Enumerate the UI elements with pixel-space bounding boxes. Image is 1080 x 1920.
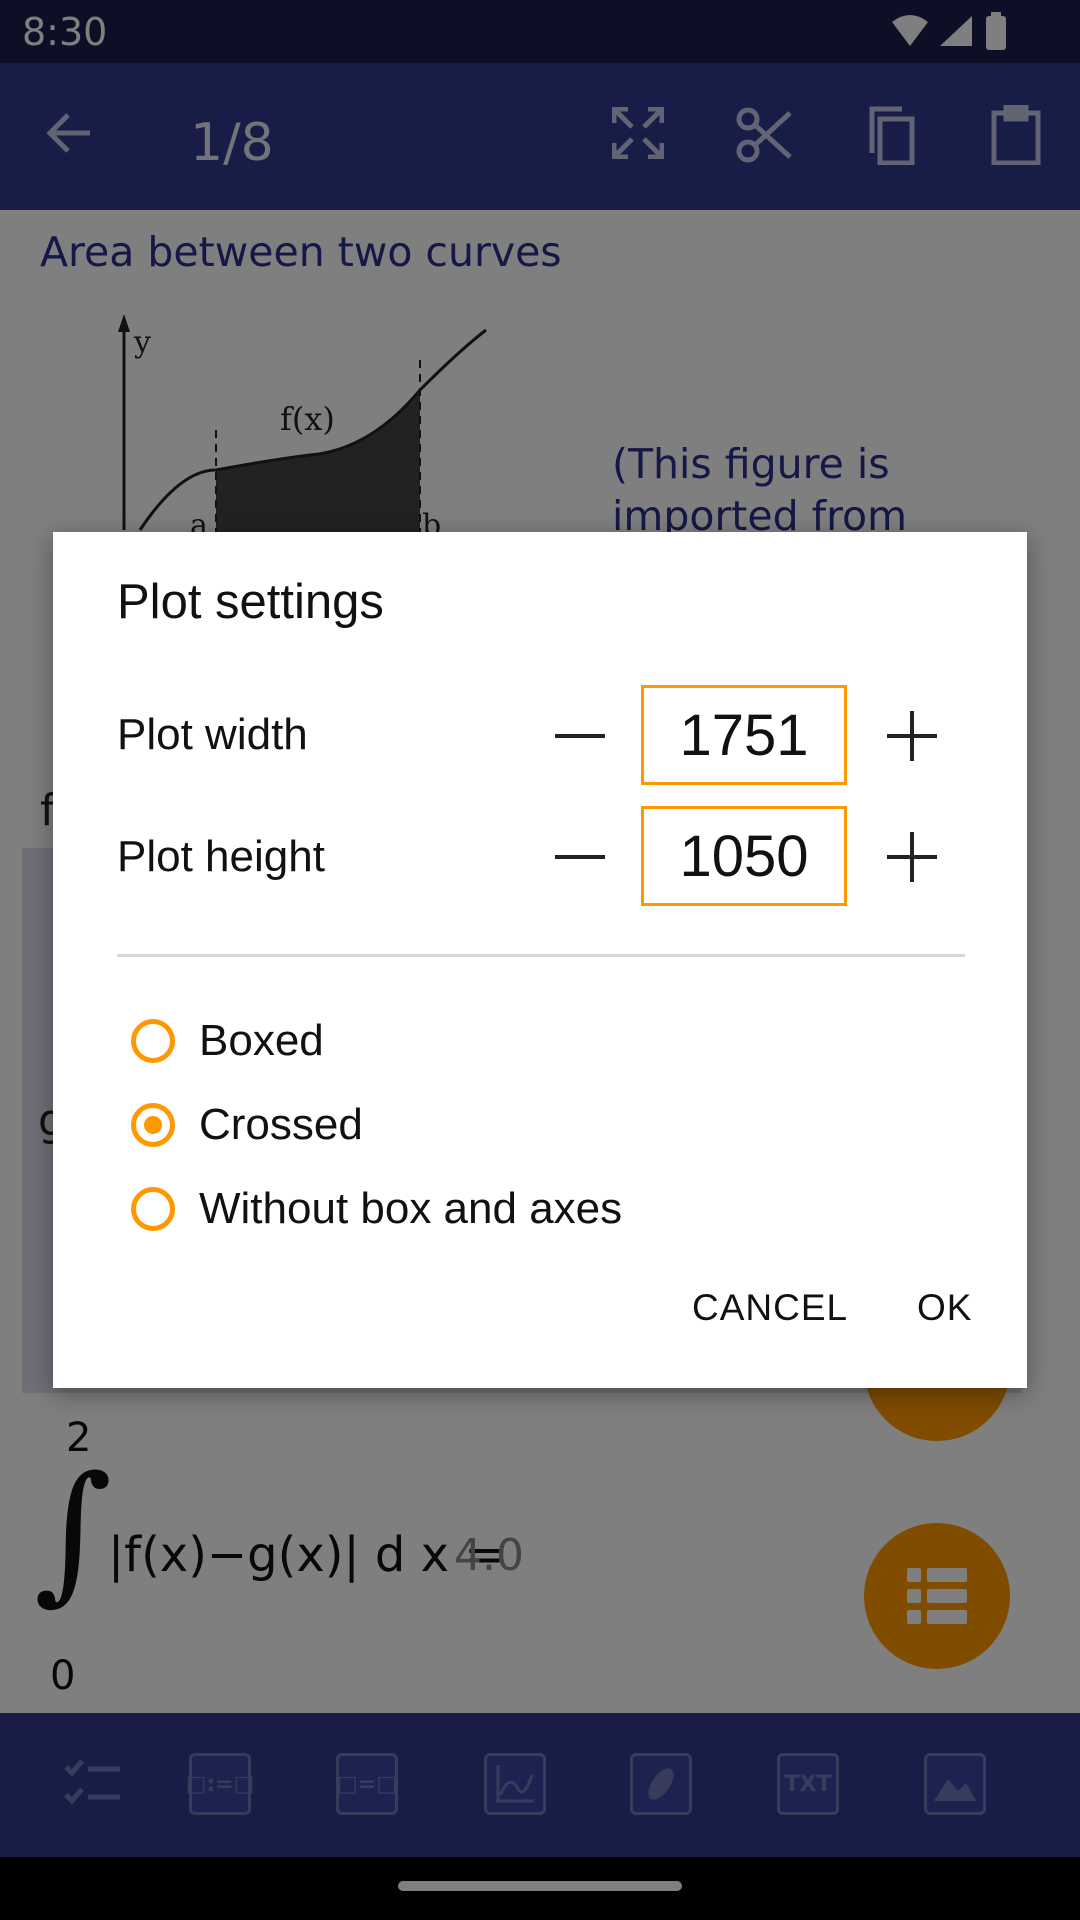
- option-boxed[interactable]: Boxed: [131, 1006, 324, 1076]
- cancel-button[interactable]: CANCEL: [692, 1287, 848, 1329]
- dialog-title: Plot settings: [117, 575, 384, 629]
- option-without-box-label: Without box and axes: [199, 1184, 623, 1233]
- option-crossed-label: Crossed: [199, 1100, 363, 1149]
- radio-crossed[interactable]: [131, 1103, 175, 1147]
- plot-width-decrement-button[interactable]: [547, 703, 613, 769]
- plot-width-label: Plot width: [117, 710, 308, 759]
- plot-height-decrement-button[interactable]: [547, 824, 613, 890]
- plot-width-increment-button[interactable]: [879, 703, 945, 769]
- plot-height-label: Plot height: [117, 832, 325, 881]
- radio-without-box[interactable]: [131, 1187, 175, 1231]
- ok-button[interactable]: OK: [917, 1287, 972, 1329]
- dialog-divider: [117, 954, 965, 957]
- plot-height-increment-button[interactable]: [879, 824, 945, 890]
- plot-height-input[interactable]: 1050: [641, 806, 847, 906]
- option-without-box[interactable]: Without box and axes: [131, 1174, 622, 1244]
- option-boxed-label: Boxed: [199, 1016, 324, 1065]
- radio-boxed[interactable]: [131, 1019, 175, 1063]
- option-crossed[interactable]: Crossed: [131, 1090, 363, 1160]
- plot-settings-dialog: Plot settings Plot width 1751 Plot heigh…: [53, 532, 1027, 1388]
- plot-width-input[interactable]: 1751: [641, 685, 847, 785]
